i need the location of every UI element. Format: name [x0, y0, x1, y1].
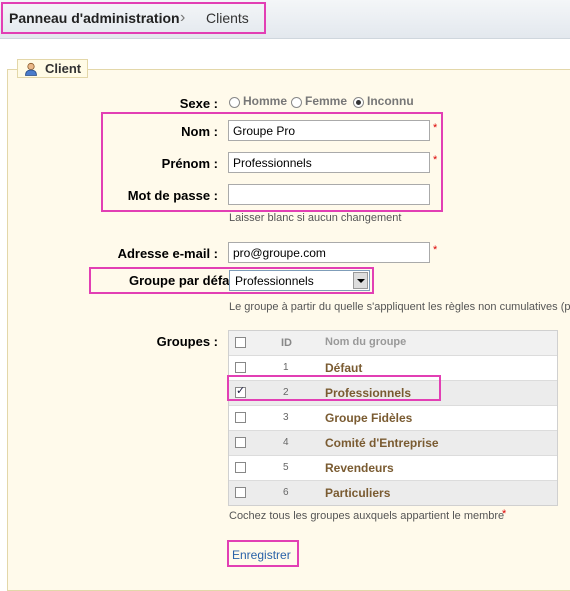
radio-femme[interactable] [291, 97, 302, 108]
group-name: Comité d'Entreprise [325, 436, 439, 450]
radio-homme-label[interactable]: Homme [243, 94, 287, 108]
lastname-input[interactable] [228, 120, 430, 141]
default-group-hint: Le groupe à partir du quelle s'appliquen… [229, 301, 570, 313]
required-mark: * [502, 508, 507, 520]
group-checkbox[interactable] [235, 462, 246, 473]
group-checkbox[interactable] [235, 412, 246, 423]
group-checkbox[interactable] [235, 437, 246, 448]
legend-label: Client [45, 61, 82, 76]
radio-inconnu-label[interactable]: Inconnu [367, 94, 414, 108]
breadcrumb-chevron-icon: › [180, 9, 186, 26]
groups-hint: Cochez tous les groupes auxquels apparti… [229, 510, 505, 522]
firstname-input[interactable] [228, 152, 430, 173]
groups-label: Groupes : [156, 334, 218, 349]
save-button[interactable]: Enregistrer [232, 548, 291, 562]
group-id: 3 [283, 412, 289, 423]
radio-femme-label[interactable]: Femme [305, 94, 347, 108]
breadcrumb-bar: Panneau d'administration › Clients [0, 0, 570, 39]
email-input[interactable] [228, 242, 430, 263]
gender-label: Sexe : [179, 96, 218, 111]
group-name: Défaut [325, 361, 363, 375]
group-checkbox[interactable] [235, 362, 246, 373]
chevron-down-icon[interactable] [353, 272, 368, 289]
group-id: 5 [283, 462, 289, 473]
header-id: ID [281, 337, 292, 349]
firstname-label: Prénom : [161, 156, 218, 171]
header-name: Nom du groupe [325, 336, 407, 348]
select-all-checkbox[interactable] [235, 337, 246, 348]
radio-homme[interactable] [229, 97, 240, 108]
user-icon [25, 62, 37, 76]
lastname-label: Nom : [181, 124, 218, 139]
table-row[interactable]: 4 Comité d'Entreprise [229, 430, 557, 455]
group-id: 1 [283, 362, 289, 373]
group-id: 4 [283, 437, 289, 448]
required-mark: * [433, 122, 438, 134]
group-name: Particuliers [325, 486, 391, 500]
default-group-select[interactable]: Professionnels [229, 270, 370, 291]
group-name: Groupe Fidèles [325, 411, 413, 425]
breadcrumb-admin-link[interactable]: Panneau d'administration [9, 10, 180, 26]
email-label: Adresse e-mail : [117, 246, 218, 261]
password-label: Mot de passe : [127, 188, 218, 203]
radio-inconnu[interactable] [353, 97, 364, 108]
groups-table-header: ID Nom du groupe [229, 331, 557, 355]
group-id: 6 [283, 487, 289, 498]
table-row[interactable]: 5 Revendeurs [229, 455, 557, 480]
required-mark: * [433, 244, 438, 256]
group-checkbox[interactable] [235, 487, 246, 498]
selected-group-highlight [227, 375, 441, 401]
groups-table: ID Nom du groupe 1 Défaut 2 Professionne… [228, 330, 558, 506]
required-mark: * [433, 154, 438, 166]
default-group-value: Professionnels [235, 274, 314, 288]
password-hint: Laisser blanc si aucun changement [229, 212, 402, 224]
table-row[interactable]: 3 Groupe Fidèles [229, 405, 557, 430]
table-row[interactable]: 6 Particuliers [229, 480, 557, 505]
breadcrumb-current: Clients [206, 10, 249, 26]
group-name: Revendeurs [325, 461, 394, 475]
fieldset-legend: Client [17, 59, 88, 78]
password-input[interactable] [228, 184, 430, 205]
